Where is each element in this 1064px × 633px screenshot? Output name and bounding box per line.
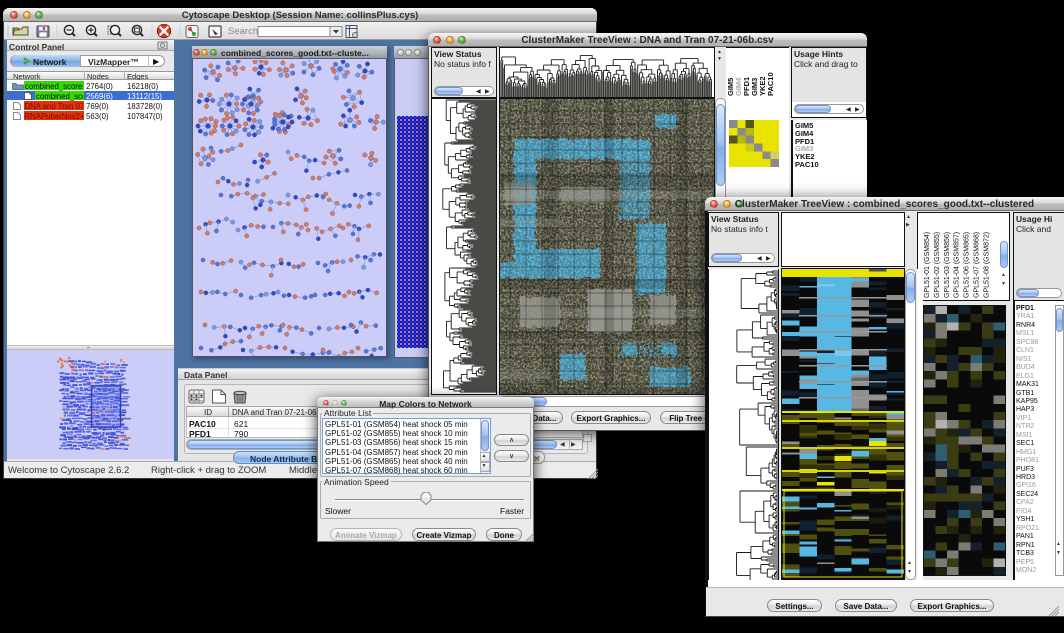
svg-text:Search:: Search: <box>228 26 261 37</box>
svg-text:GPL51-03 (GSM856): GPL51-03 (GSM856) <box>944 232 951 298</box>
svg-text:GPL51-08 (GSM872): GPL51-08 (GSM872) <box>983 232 990 298</box>
svg-text:GPL51-07 (GSM868): GPL51-07 (GSM868) <box>974 232 981 298</box>
svg-text:GPL51-02 (GSM855): GPL51-02 (GSM855) <box>934 232 941 298</box>
svg-text:GPL51-06 (GSM865): GPL51-06 (GSM865) <box>964 232 971 298</box>
svg-text:GPL51-04 (GSM857): GPL51-04 (GSM857) <box>954 232 961 298</box>
svg-text:GPL51-01 (GSM854): GPL51-01 (GSM854) <box>924 232 931 298</box>
svg-text:PAC10: PAC10 <box>766 72 775 96</box>
